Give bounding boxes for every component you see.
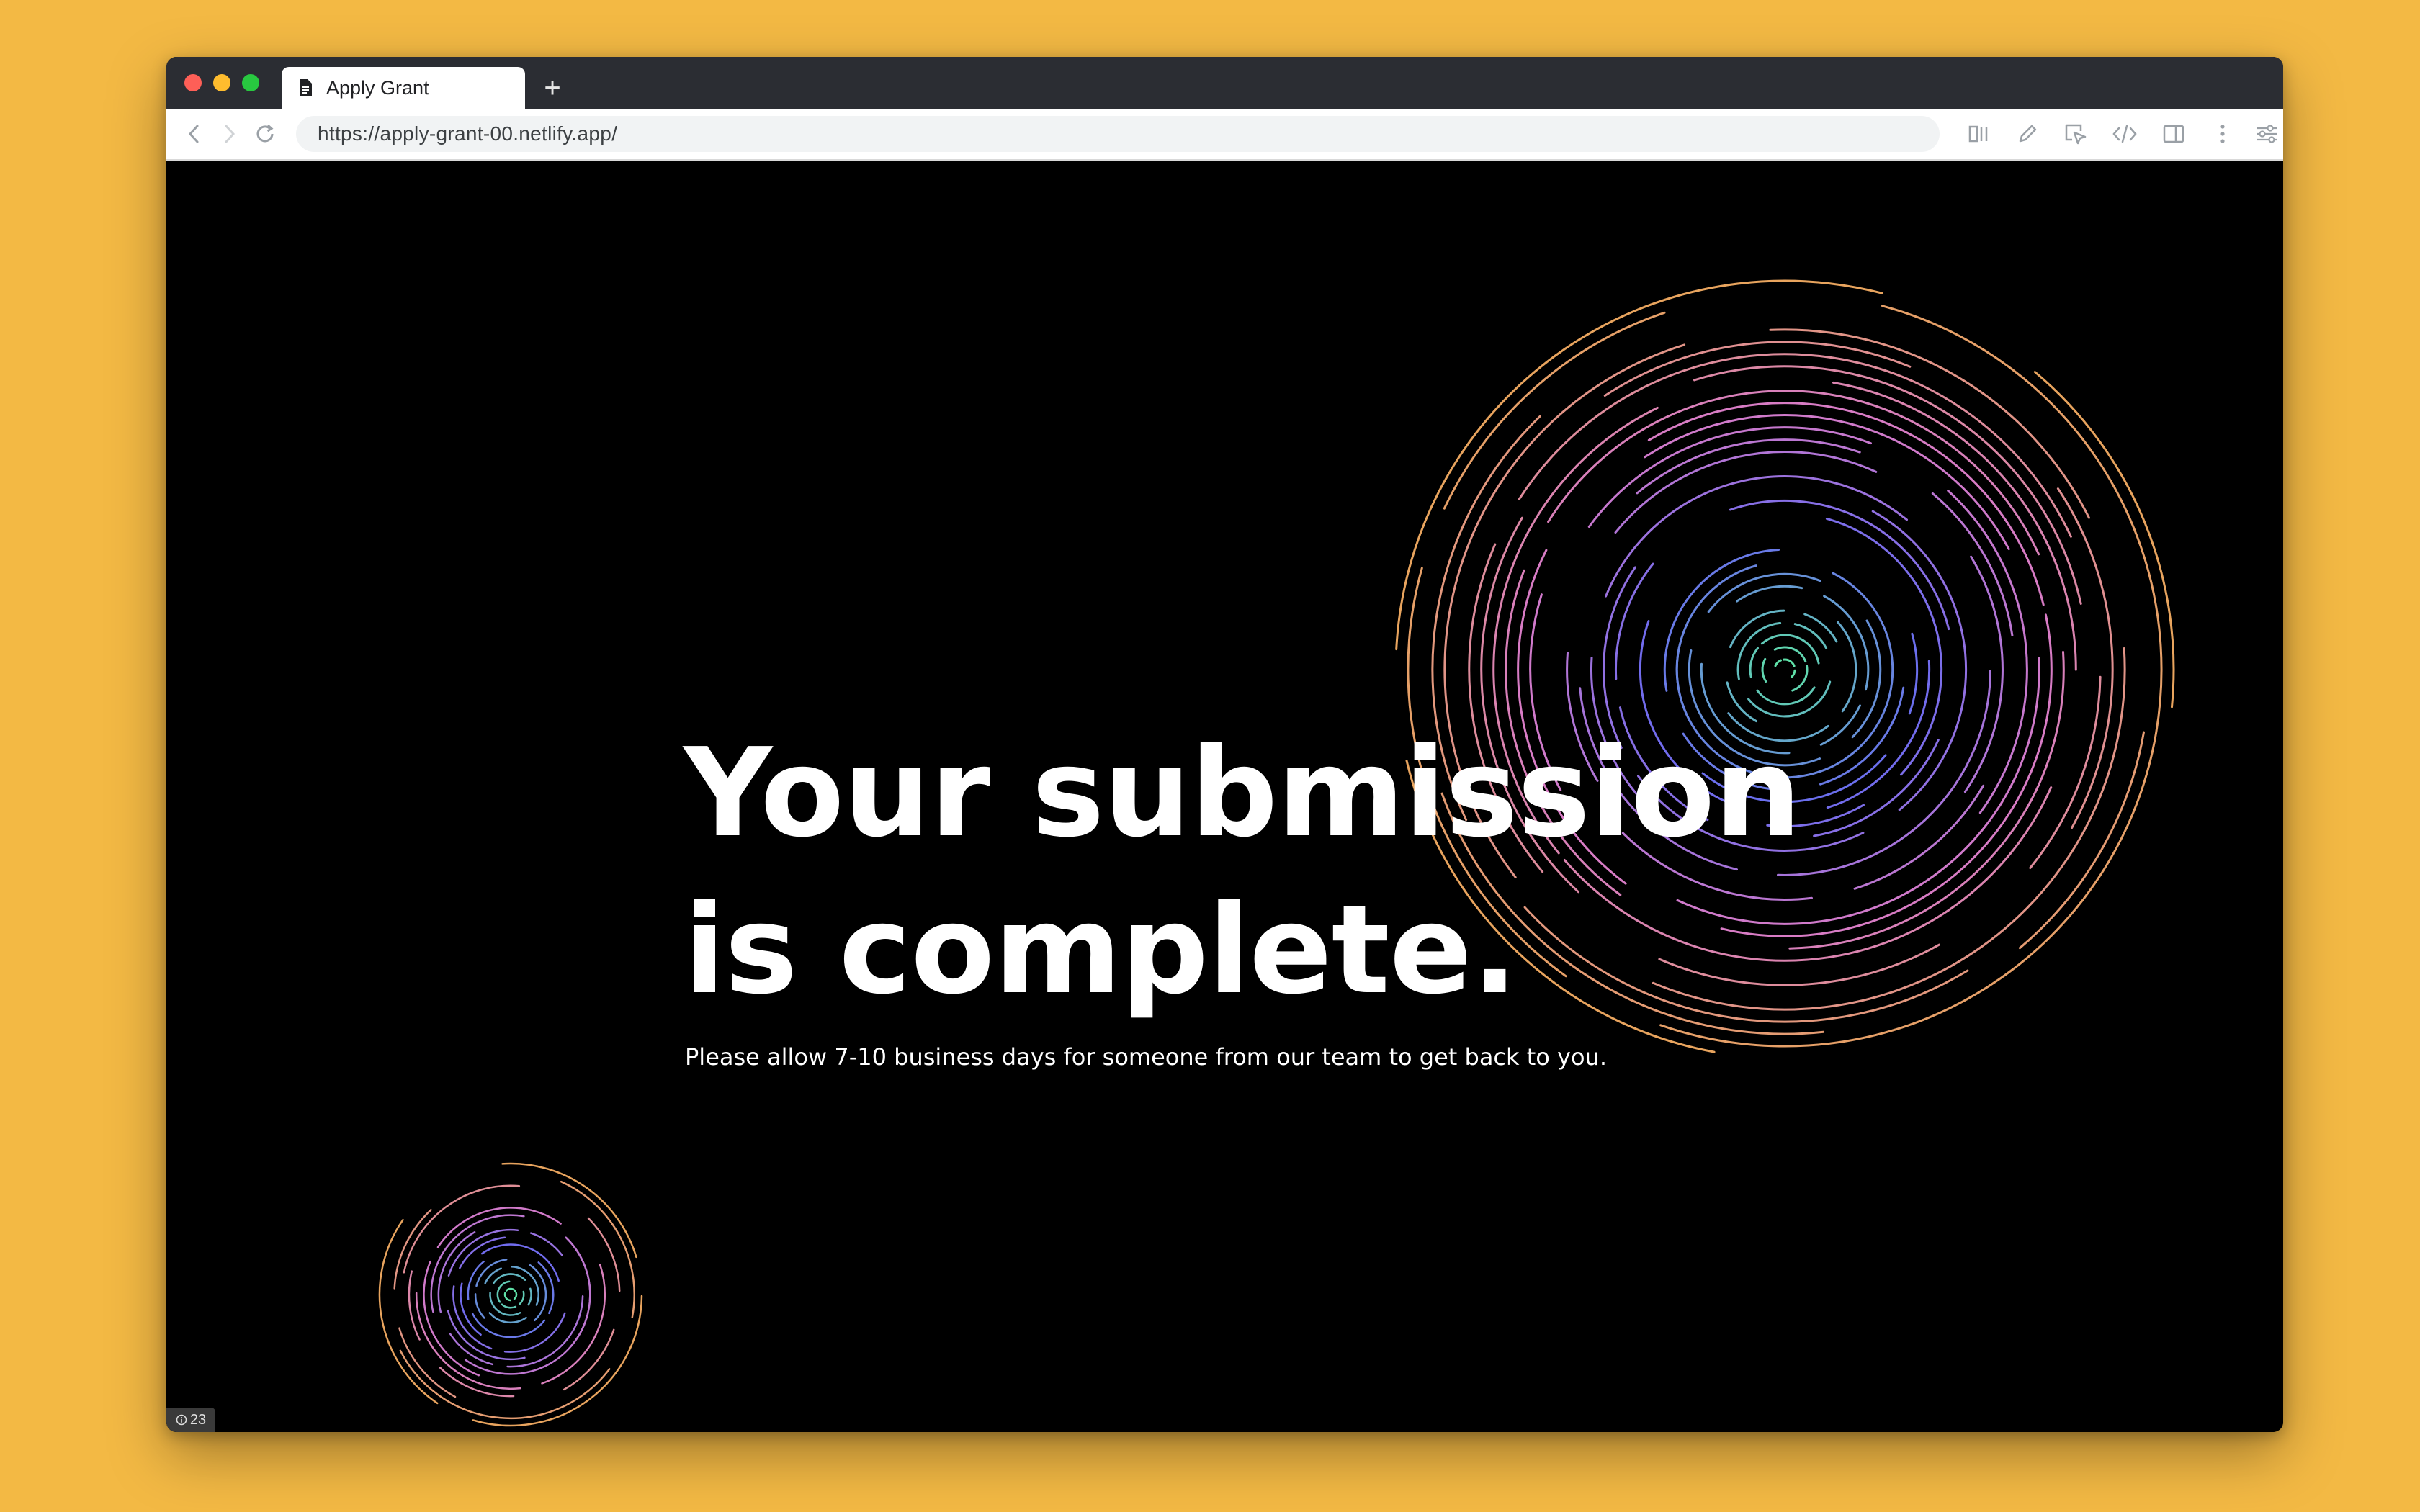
ring-arc: [565, 1236, 591, 1348]
ring-arc: [1603, 341, 1912, 397]
ring-arc: [501, 1303, 517, 1309]
ring-arc: [1747, 698, 1803, 718]
ring-arc: [1693, 365, 2082, 605]
browser-toolbar: https://apply-grant-00.netlify.app/: [166, 109, 2283, 161]
title-bar: Apply Grant +: [166, 57, 2283, 109]
page-title: Your submission is complete.: [684, 715, 1801, 1029]
pen-icon[interactable]: [2012, 119, 2043, 149]
ring-arc: [1760, 634, 1820, 665]
ring-arc: [1729, 609, 1785, 649]
ring-arc: [378, 1218, 439, 1405]
ring-arc: [1819, 686, 1905, 786]
ring-arc: [2029, 675, 2102, 869]
ring-arc: [1908, 632, 1919, 715]
ring-arc: [1443, 311, 1666, 510]
browser-tab[interactable]: Apply Grant: [282, 67, 525, 109]
ring-arc: [1783, 680, 1832, 718]
ring-arc: [527, 1287, 532, 1306]
ring-arc: [436, 1207, 562, 1248]
ring-arc: [1773, 646, 1807, 663]
confirmation-message: Please allow 7-10 business days for some…: [685, 1043, 1607, 1071]
ring-arc: [519, 1290, 525, 1305]
ring-arc: [505, 1287, 511, 1292]
ring-arc: [563, 1328, 615, 1391]
close-window-button[interactable]: [184, 74, 202, 91]
ring-arc: [560, 1180, 635, 1318]
ring-arc: [511, 1266, 539, 1306]
headline-line-2: is complete.: [684, 879, 1518, 1022]
document-icon: [297, 77, 313, 99]
ring-arc: [472, 1295, 643, 1427]
ring-arc: [2056, 487, 2114, 829]
headline-line-1: Your submission: [684, 722, 1801, 865]
ring-arc: [1871, 510, 1968, 811]
address-bar[interactable]: https://apply-grant-00.netlify.app/: [296, 116, 1940, 152]
ring-arc: [403, 1184, 521, 1274]
ring-arc: [1881, 305, 2163, 900]
info-icon: [176, 1414, 187, 1426]
ring-arc: [1791, 665, 1809, 692]
ring-arc: [1587, 426, 1872, 528]
cursor-icon[interactable]: [2061, 119, 2091, 149]
back-icon[interactable]: [179, 119, 210, 149]
ring-arc: [484, 1267, 502, 1284]
ring-arc: [1644, 414, 2010, 551]
browser-window: Apply Grant + https://apply-grant-00.net…: [166, 57, 2283, 1432]
ring-arc: [1614, 451, 1878, 534]
ring-arc: [513, 1292, 518, 1300]
ring-arc: [503, 1292, 511, 1302]
ring-arc: [511, 1287, 516, 1292]
small-ring-cluster: [378, 1162, 643, 1427]
sidebar-icon[interactable]: [2159, 119, 2189, 149]
ring-arc: [1837, 621, 1857, 713]
ring-arc: [493, 1273, 516, 1284]
forward-icon[interactable]: [214, 119, 244, 149]
url-text: https://apply-grant-00.netlify.app/: [318, 122, 618, 145]
more-icon[interactable]: [2208, 119, 2238, 149]
ring-arc: [408, 1270, 421, 1341]
settings-icon[interactable]: [2251, 119, 2282, 149]
ring-arc: [1823, 595, 1870, 691]
ring-arc: [449, 1333, 494, 1366]
ring-arc: [1777, 670, 1991, 876]
ring-arc: [1803, 613, 1838, 643]
ring-arc: [2018, 731, 2145, 950]
new-tab-button[interactable]: +: [532, 67, 573, 109]
ring-arc: [1793, 623, 1828, 649]
ring-arc: [1736, 621, 1782, 680]
ring-arc: [1761, 657, 1767, 683]
ring-arc: [1853, 784, 1985, 890]
page-content: Your submission is complete. Please allo…: [166, 161, 2283, 1432]
maximize-window-button[interactable]: [242, 74, 259, 91]
minimize-window-button[interactable]: [213, 74, 230, 91]
ring-arc: [474, 1293, 485, 1319]
ring-arc: [1769, 328, 2090, 519]
ring-arc: [1647, 402, 2045, 606]
ring-arc: [1774, 659, 1782, 667]
ring-arc: [452, 1285, 493, 1350]
ring-arc: [1736, 585, 1803, 603]
ring-arc: [1947, 490, 2028, 814]
reader-icon[interactable]: [1964, 119, 1994, 149]
status-badge[interactable]: 23: [166, 1408, 215, 1432]
reload-icon[interactable]: [250, 119, 280, 149]
tab-title: Apply Grant: [326, 76, 429, 99]
ring-arc: [501, 1162, 637, 1259]
ring-arc: [1851, 619, 1882, 739]
ring-arc: [1791, 669, 1796, 678]
badge-count: 23: [189, 1411, 207, 1428]
ring-arc: [2033, 371, 2175, 708]
ring-arc: [480, 1243, 560, 1282]
ring-arc: [1729, 499, 1950, 631]
ring-arc: [506, 1295, 584, 1368]
ring-arc: [1813, 739, 1940, 837]
ring-arc: [1749, 647, 1759, 678]
ring-arc: [1819, 704, 1861, 746]
code-icon[interactable]: [2110, 119, 2140, 149]
ring-arc: [1783, 658, 1796, 667]
